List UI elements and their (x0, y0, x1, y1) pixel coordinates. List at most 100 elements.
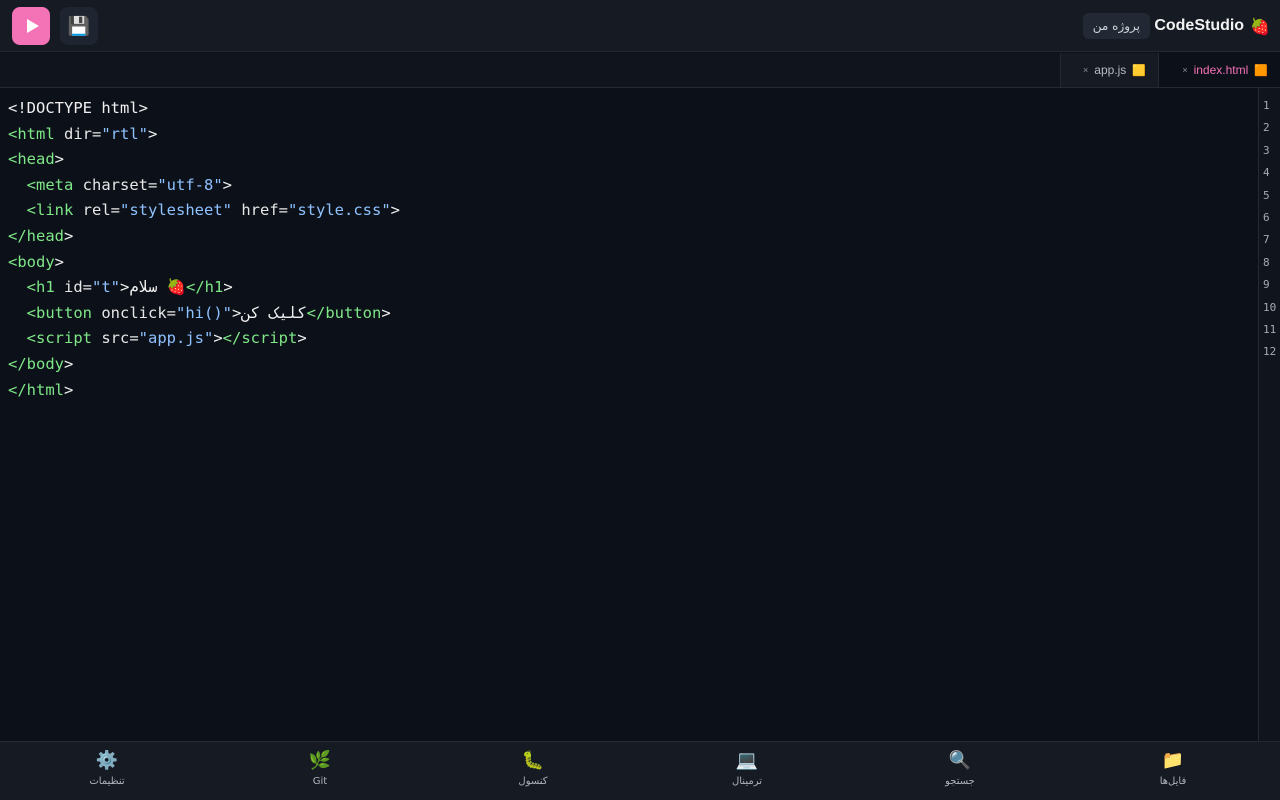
code-token: <body (8, 252, 55, 271)
brand-name: CodeStudio (1154, 17, 1245, 34)
code-token: <html (8, 124, 55, 143)
nav-label: Git (312, 776, 328, 787)
code-line[interactable]: <!DOCTYPE html> (8, 96, 400, 122)
bug-icon: 🐛 (521, 750, 545, 771)
code-token: dir= (54, 124, 102, 143)
close-icon[interactable]: × (1083, 65, 1088, 75)
code-token: id= (54, 278, 92, 297)
nav-console[interactable]: 🐛 کنسول (493, 750, 573, 794)
tab-label: app.js (1094, 63, 1127, 77)
gear-icon: ⚙️ (95, 750, 119, 771)
code-line[interactable]: <meta charset="utf-8"> (8, 173, 400, 199)
tab-app-js[interactable]: 🟨 app.js × (1060, 53, 1158, 87)
strawberry-icon: 🍓 (1250, 16, 1270, 36)
play-icon (26, 19, 39, 33)
code-token: > (213, 329, 223, 348)
line-number: 1 (1263, 99, 1270, 112)
code-token: charset= (73, 175, 158, 194)
code-content[interactable]: <!DOCTYPE html> <html dir="rtl"> <head> <m… (8, 96, 400, 403)
close-icon[interactable]: × (1182, 65, 1187, 75)
nav-settings[interactable]: ⚙️ تنظیمات (67, 750, 147, 794)
nav-label: تنظیمات (89, 776, 125, 787)
code-token: > (64, 380, 74, 399)
line-number: 3 (1263, 143, 1270, 157)
save-button[interactable]: 💾 (60, 7, 98, 45)
code-line[interactable]: </body> (8, 352, 400, 378)
code-token: > (64, 226, 74, 245)
code-line[interactable]: <html dir="rtl"> (8, 122, 400, 148)
code-token: "stylesheet" (120, 201, 232, 220)
code-token: <script (26, 329, 92, 348)
code-token: <h1 (26, 278, 55, 297)
code-token: </html (8, 380, 64, 399)
code-line[interactable]: </head> (8, 224, 400, 250)
code-line[interactable]: <head> (8, 147, 400, 173)
line-number: 6 (1263, 210, 1270, 224)
code-line[interactable]: <button onclick="hi()">کلیک کن</button> (8, 301, 400, 327)
code-token: src= (92, 329, 139, 348)
folder-icon: 📁 (1161, 750, 1185, 771)
code-line[interactable]: <body> (8, 250, 400, 276)
code-token: rel= (73, 201, 121, 220)
save-icon: 💾 (67, 15, 91, 37)
code-token: > (390, 201, 400, 220)
code-token: <meta (26, 175, 74, 194)
branch-icon: 🌿 (308, 750, 332, 771)
code-line[interactable]: <link rel="stylesheet" href="style.css"> (8, 198, 400, 224)
tab-bar: 🟧 index.html × 🟨 app.js × (0, 53, 1280, 88)
line-number: 8 (1263, 255, 1270, 269)
code-token: "app.js" (138, 329, 214, 348)
nav-git[interactable]: 🌿 Git (280, 750, 360, 794)
line-number: 12 (1263, 345, 1277, 359)
nav-terminal[interactable]: 💻 ترمینال (707, 750, 787, 794)
code-token: > (54, 150, 65, 169)
code-token: </button (306, 303, 382, 322)
code-token: > (381, 303, 391, 322)
line-number: 11 (1263, 322, 1277, 336)
brand: 🍓 CodeStudio (1154, 14, 1270, 38)
code-token: "hi()" (176, 303, 232, 322)
js-file-icon: 🟨 (1132, 64, 1146, 77)
code-token: onclick= (92, 303, 176, 322)
nav-label: ترمینال (731, 776, 762, 787)
tab-label: index.html (1193, 63, 1249, 77)
code-token: > (54, 252, 65, 271)
code-token: </body (8, 354, 64, 373)
project-selector[interactable]: پروژه من (1082, 13, 1150, 39)
nav-label: فایل‌ها (1159, 776, 1187, 787)
line-number: 10 (1263, 300, 1277, 314)
nav-search[interactable]: 🔍 جستجو (920, 750, 1000, 794)
code-line[interactable]: </html> (8, 378, 400, 404)
code-token: > (297, 329, 307, 348)
nav-label: کنسول (518, 776, 548, 787)
line-number-gutter: 1 2 3 4 5 6 7 8 9 10 11 12 (1258, 88, 1280, 741)
tab-index-html[interactable]: 🟧 index.html × (1158, 53, 1280, 87)
code-token: </script (222, 329, 298, 348)
code-token: > (64, 354, 74, 373)
code-editor[interactable]: <!DOCTYPE html> <html dir="rtl"> <head> <m… (0, 88, 1258, 741)
run-button[interactable] (12, 7, 50, 45)
code-token: >سلام 🍓 (120, 278, 186, 297)
code-token: "style.css" (288, 201, 391, 220)
code-token: "utf-8" (157, 175, 223, 194)
code-token: "t" (92, 278, 120, 297)
code-token: > (223, 278, 233, 297)
code-token: <head (8, 150, 55, 169)
code-token: <button (26, 303, 92, 322)
code-token: <link (26, 201, 74, 220)
code-token: > (222, 175, 233, 194)
line-number: 7 (1263, 233, 1270, 247)
code-line[interactable]: <script src="app.js"></script> (8, 326, 400, 352)
code-token: >کلیک کن (232, 303, 307, 322)
code-line[interactable]: <h1 id="t">سلام 🍓</h1> (8, 275, 400, 301)
nav-files[interactable]: 📁 فایل‌ها (1133, 750, 1213, 794)
bottom-nav: 📁 فایل‌ها 🔍 جستجو 💻 ترمینال 🐛 کنسول 🌿 Gi… (0, 741, 1280, 800)
line-number: 2 (1263, 121, 1270, 135)
code-token: href= (232, 201, 288, 220)
laptop-icon: 💻 (735, 750, 759, 771)
nav-label: جستجو (945, 776, 975, 787)
